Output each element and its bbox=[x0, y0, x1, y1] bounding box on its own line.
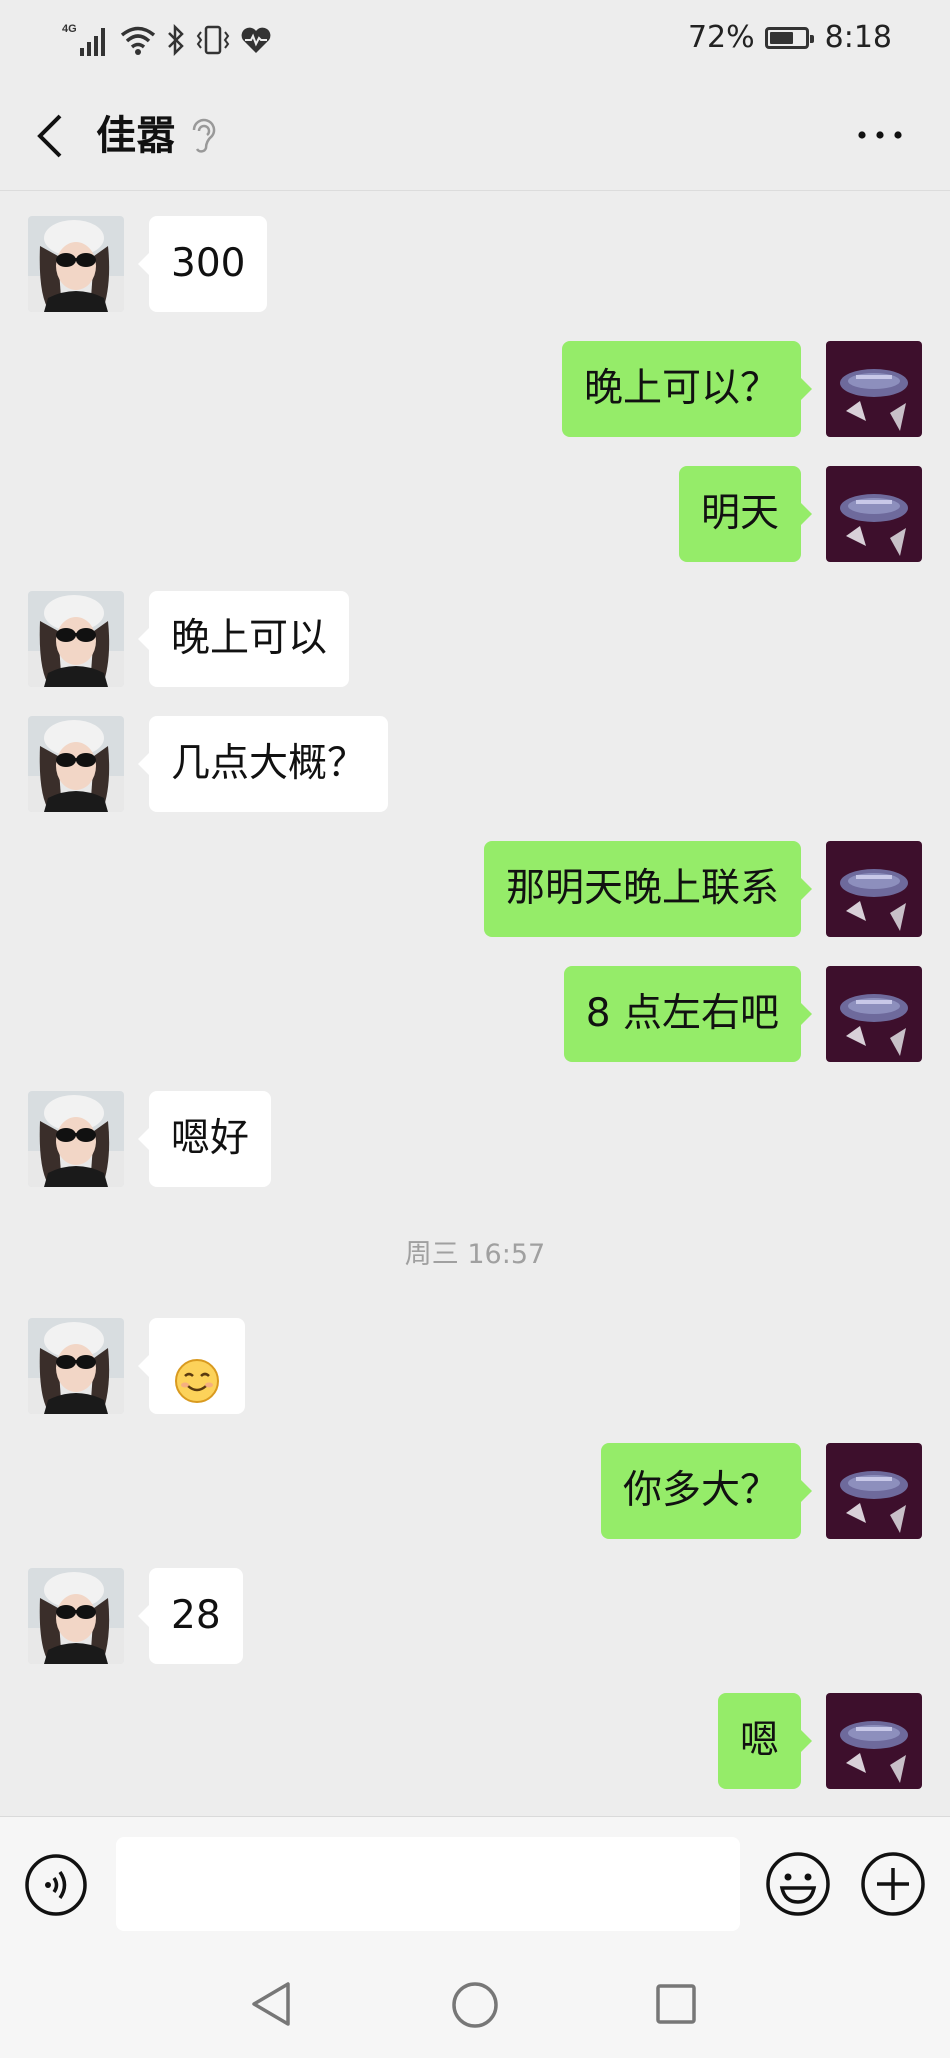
message-incoming: 几点大概？ bbox=[0, 716, 950, 812]
contact-avatar[interactable] bbox=[28, 1318, 124, 1414]
health-heart-icon bbox=[240, 25, 272, 59]
message-bubble[interactable]: 8 点左右吧 bbox=[563, 966, 813, 1062]
contact-avatar[interactable] bbox=[28, 591, 124, 687]
status-icons-right: 72% 8:18 bbox=[688, 20, 892, 55]
triangle-back-icon[interactable] bbox=[248, 1980, 296, 2028]
chevron-left-icon[interactable] bbox=[28, 108, 78, 164]
battery-fill bbox=[769, 31, 793, 44]
chat-header: 佳嚣 bbox=[0, 80, 950, 191]
more-dots-icon[interactable] bbox=[850, 120, 910, 150]
clock: 8:18 bbox=[824, 20, 892, 55]
contact-avatar[interactable] bbox=[28, 216, 124, 312]
smile-emoji-icon bbox=[174, 1344, 220, 1440]
message-input[interactable] bbox=[116, 1837, 740, 1931]
message-bubble[interactable]: 那明天晚上联系 bbox=[483, 841, 813, 937]
input-bar bbox=[0, 1816, 950, 1951]
bluetooth-icon bbox=[166, 23, 186, 60]
cellular-signal-icon: 4G bbox=[62, 20, 110, 64]
message-bubble[interactable]: 嗯 bbox=[717, 1693, 813, 1789]
message-outgoing: 晚上可以？ bbox=[0, 341, 950, 437]
battery-percentage: 72% bbox=[687, 20, 755, 55]
ear-icon bbox=[188, 116, 218, 156]
user-avatar[interactable] bbox=[826, 966, 922, 1062]
status-icons-left: 4G bbox=[62, 20, 272, 64]
contact-avatar[interactable] bbox=[28, 1091, 124, 1187]
message-outgoing: 嗯 bbox=[0, 1693, 950, 1789]
message-bubble[interactable]: 明天 bbox=[678, 466, 813, 562]
message-incoming: 28 bbox=[0, 1568, 950, 1664]
user-avatar[interactable] bbox=[826, 1693, 922, 1789]
contact-avatar[interactable] bbox=[28, 1568, 124, 1664]
message-bubble[interactable]: 300 bbox=[137, 216, 268, 312]
message-bubble[interactable]: 你多大？ bbox=[600, 1443, 813, 1539]
emoji-icon[interactable] bbox=[765, 1851, 831, 1917]
message-incoming: 晚上可以 bbox=[0, 591, 950, 687]
wifi-icon bbox=[120, 24, 156, 60]
network-type: 4G bbox=[62, 23, 77, 35]
message-bubble[interactable]: 几点大概？ bbox=[137, 716, 389, 812]
status-bar: 4G 72% 8:18 bbox=[0, 0, 950, 80]
message-incoming bbox=[0, 1318, 950, 1414]
user-avatar[interactable] bbox=[826, 466, 922, 562]
chat-message-list[interactable]: 300 晚上可以？ 明天 晚上可以 几点大概？ 那明天晚上联系 8 点左右吧 嗯… bbox=[0, 191, 950, 1816]
battery-icon bbox=[764, 26, 814, 49]
user-avatar[interactable] bbox=[826, 1443, 922, 1539]
message-bubble[interactable]: 嗯好 bbox=[137, 1091, 272, 1187]
message-outgoing: 那明天晚上联系 bbox=[0, 841, 950, 937]
voice-icon[interactable] bbox=[24, 1853, 88, 1917]
message-bubble[interactable] bbox=[138, 1318, 245, 1414]
square-recent-icon[interactable] bbox=[654, 1982, 698, 2026]
message-bubble[interactable]: 28 bbox=[138, 1568, 243, 1664]
message-bubble[interactable]: 晚上可以 bbox=[137, 591, 350, 687]
system-navigation-bar bbox=[0, 1950, 950, 2058]
contact-avatar[interactable] bbox=[28, 716, 124, 812]
user-avatar[interactable] bbox=[826, 841, 922, 937]
vibrate-icon bbox=[196, 24, 230, 60]
user-avatar[interactable] bbox=[826, 341, 922, 437]
circle-home-icon[interactable] bbox=[450, 1980, 500, 2030]
message-incoming: 嗯好 bbox=[0, 1091, 950, 1187]
message-bubble[interactable]: 晚上可以？ bbox=[561, 341, 813, 437]
chat-title: 佳嚣 bbox=[96, 113, 176, 159]
plus-icon[interactable] bbox=[860, 1851, 926, 1917]
message-incoming: 300 bbox=[0, 216, 950, 312]
chat-timestamp: 周三 16:57 bbox=[404, 1239, 546, 1270]
message-outgoing: 明天 bbox=[0, 466, 950, 562]
message-outgoing: 8 点左右吧 bbox=[0, 966, 950, 1062]
message-outgoing: 你多大？ bbox=[0, 1443, 950, 1539]
